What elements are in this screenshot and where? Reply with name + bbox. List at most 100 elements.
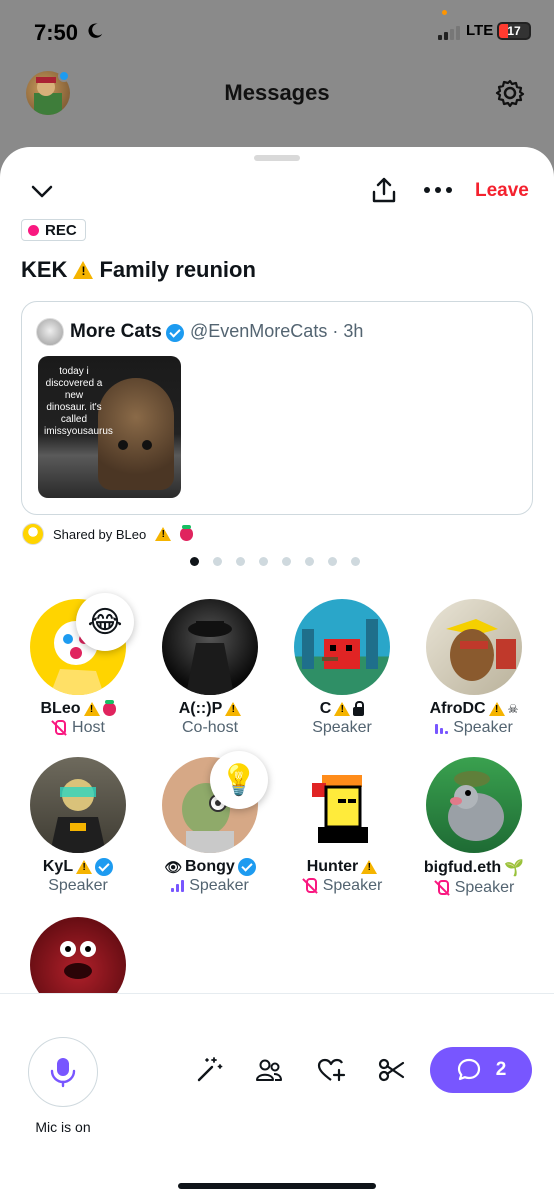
recording-dot <box>28 224 39 236</box>
participant-role-row: Speaker <box>12 877 144 895</box>
participant-bigfud[interactable]: bigfud.eth 🌱 Speaker <box>408 757 540 897</box>
participant-avatar[interactable] <box>426 599 522 695</box>
speaking-indicator-icon <box>171 880 185 892</box>
warning-icon <box>83 702 100 716</box>
warning-icon <box>73 261 94 279</box>
participant-role-row: Speaker <box>144 877 276 895</box>
pager-dot-active[interactable] <box>190 557 199 566</box>
warning-icon <box>361 860 378 874</box>
participant-name-row: bigfud.eth 🌱 <box>408 858 540 878</box>
space-title-suffix: Family reunion <box>99 257 256 282</box>
scissors-icon[interactable] <box>376 1055 406 1085</box>
recording-label: REC <box>45 221 77 239</box>
network-label: LTE <box>466 22 494 39</box>
pager-dot[interactable] <box>305 557 314 566</box>
tweet-media-image[interactable]: today i discovered a new dinosaur. it's … <box>38 356 181 498</box>
participant-role-row: Host <box>12 719 144 737</box>
pager-dot[interactable] <box>213 557 222 566</box>
verified-badge-icon <box>166 324 184 342</box>
participant-avatar[interactable] <box>162 599 258 695</box>
participant-name-row: KyL <box>12 858 144 876</box>
lock-icon <box>353 700 365 716</box>
signal-icon <box>438 24 460 40</box>
share-icon[interactable] <box>369 175 399 205</box>
mic-toggle-button[interactable] <box>28 1037 98 1107</box>
participant-role-row: Speaker <box>276 719 408 737</box>
speaking-indicator-icon <box>435 722 449 734</box>
microphone-icon <box>50 1058 76 1088</box>
people-icon[interactable] <box>254 1055 284 1085</box>
more-options-icon[interactable] <box>424 187 452 195</box>
participant-name: A(::)P <box>178 700 223 717</box>
tweet-author-handle: @EvenMoreCats <box>190 321 328 341</box>
tweet-author-meta: @EvenMoreCats · 3h <box>190 321 364 341</box>
battery-level: 17 <box>507 24 521 38</box>
participant-name-row: AfroDC ☠ <box>408 700 540 718</box>
carousel-pager[interactable] <box>190 557 360 566</box>
pager-dot[interactable] <box>236 557 245 566</box>
mic-status-label: Mic is on <box>35 1119 91 1135</box>
participant-name: bigfud.eth <box>423 859 502 876</box>
comments-button[interactable]: 2 <box>430 1047 532 1093</box>
recording-badge: REC <box>21 219 86 241</box>
participant-kyl[interactable]: KyL Speaker <box>12 757 144 895</box>
controls-divider <box>0 993 554 994</box>
battery-icon: 17 <box>497 22 531 40</box>
warning-icon <box>334 702 351 716</box>
mic-muted-icon <box>434 880 450 896</box>
shared-by-label: Shared by BLeo <box>53 526 147 542</box>
gear-icon[interactable] <box>495 78 525 108</box>
participant-avatar[interactable] <box>294 599 390 695</box>
moon-icon <box>88 23 103 38</box>
participant-avatar[interactable] <box>426 757 522 853</box>
participant-c[interactable]: C Speaker <box>276 599 408 737</box>
sheet-grabber[interactable] <box>254 155 300 161</box>
mic-muted-icon <box>51 720 67 736</box>
participant-role: Speaker <box>322 877 383 894</box>
verified-badge-icon <box>95 858 114 876</box>
participant-listener[interactable] <box>12 917 144 993</box>
pager-dot[interactable] <box>328 557 337 566</box>
pager-dot[interactable] <box>351 557 360 566</box>
participant-role-row: Speaker <box>276 877 408 895</box>
home-indicator[interactable] <box>178 1183 376 1189</box>
participant-role-row: Speaker <box>408 719 540 737</box>
space-sheet: Leave REC KEK Family reunion More Cats @… <box>0 147 554 1200</box>
participant-role-row: Speaker <box>408 879 540 897</box>
participant-avatar[interactable] <box>294 757 390 853</box>
tweet-time: 3h <box>343 321 364 341</box>
warning-icon <box>225 702 242 716</box>
pager-dot[interactable] <box>259 557 268 566</box>
participant-name: BLeo <box>40 700 81 717</box>
shared-by-row: Shared by BLeo <box>22 523 194 545</box>
participant-afrodc[interactable]: AfroDC ☠ Speaker <box>408 599 540 737</box>
participant-name-row: C <box>276 700 408 718</box>
strawberry-icon <box>102 699 116 716</box>
pinned-tweet-card[interactable]: More Cats @EvenMoreCats · 3h today i dis… <box>21 301 533 515</box>
tweet-media-caption: today i discovered a new dinosaur. it's … <box>44 366 113 437</box>
magic-wand-icon[interactable] <box>194 1055 224 1085</box>
participant-name-row: A(::)P <box>144 700 276 718</box>
tweet-author-avatar[interactable] <box>36 318 64 346</box>
sharer-avatar <box>22 523 44 545</box>
reaction-lightbulb: 💡 <box>210 751 268 809</box>
chevron-down-icon[interactable] <box>28 177 56 205</box>
participant-hunter[interactable]: Hunter Speaker <box>276 757 408 895</box>
messages-title: Messages <box>224 80 330 105</box>
status-bar: 7:50 LTE 17 <box>0 0 554 62</box>
pager-dot[interactable] <box>282 557 291 566</box>
participant-role: Speaker <box>454 879 515 896</box>
reaction-laughing: 😂 <box>76 593 134 651</box>
warning-icon <box>155 527 172 541</box>
leave-button[interactable]: Leave <box>475 180 529 202</box>
participant-name: C <box>319 700 332 717</box>
heart-add-icon[interactable] <box>316 1055 346 1085</box>
participant-name-row: 👁 Bongy <box>144 858 276 876</box>
participant-role: Host <box>72 719 105 736</box>
participant-avatar[interactable] <box>30 757 126 853</box>
participant-name-row: Hunter <box>276 858 408 876</box>
skull-icon: ☠ <box>507 702 519 716</box>
mic-muted-icon <box>302 878 318 894</box>
participant-avatar[interactable] <box>30 917 126 993</box>
participant-ap[interactable]: A(::)P Co-host <box>144 599 276 737</box>
